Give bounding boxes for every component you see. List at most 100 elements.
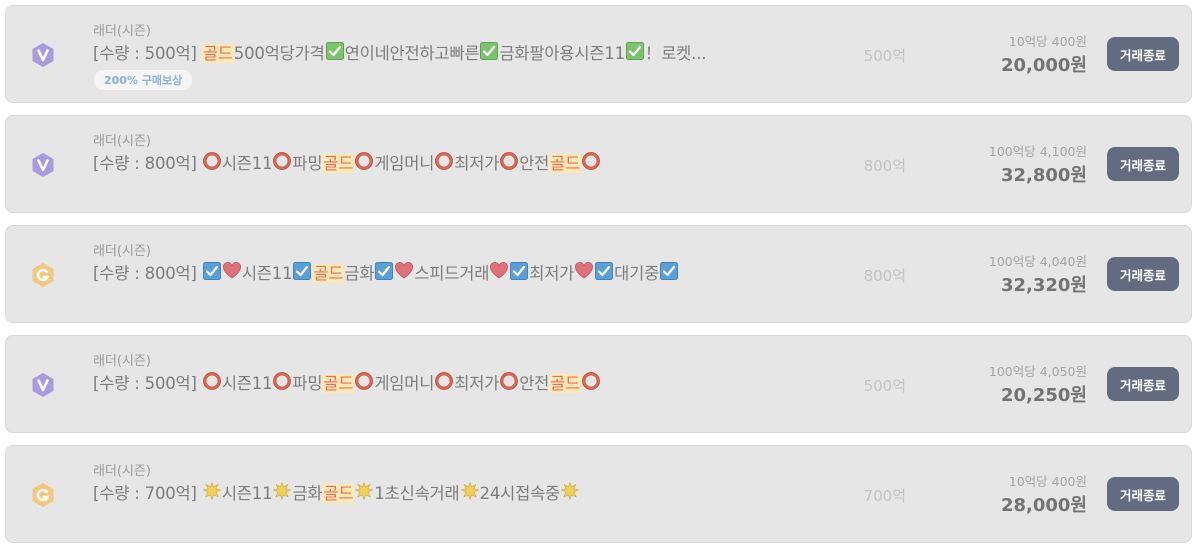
red-circle-icon (202, 152, 221, 170)
red-circle-icon (582, 372, 601, 390)
sparkle-icon (355, 482, 374, 500)
server-label: 래더(시즌) (93, 244, 151, 259)
trade-closed-button[interactable]: 거래종료 (1107, 147, 1179, 181)
quantity: 500억 (863, 377, 906, 395)
highlight-keyword: 골드 (312, 264, 345, 283)
green-check-icon (625, 42, 644, 60)
red-circle-icon (273, 152, 292, 170)
heart-icon (395, 262, 414, 280)
title-text: [수량 : 800억] (93, 264, 202, 283)
unit-price: 10억당 400원 (1008, 474, 1087, 489)
quantity: 800억 (863, 267, 906, 285)
server-label: 래더(시즌) (93, 354, 151, 369)
v-grade-icon (31, 372, 55, 398)
blue-check-icon (202, 262, 221, 280)
title-text: 게임머니 (374, 154, 435, 173)
red-circle-icon (500, 372, 519, 390)
title-text: 금화 (344, 264, 375, 283)
title-text: 파밍 (292, 154, 323, 173)
title-text: 최저가 (454, 374, 500, 393)
red-circle-icon (582, 152, 601, 170)
unit-price: 100억당 4,050원 (988, 364, 1087, 379)
listing-title[interactable]: [수량 : 500억] 골드500억당가격 연이네안전하고빠른 금화팔아용시즌11 ！… (93, 40, 706, 64)
highlight-keyword: 골드 (201, 44, 234, 63)
listing-title[interactable]: [수량 : 700억] 시즌11 금화골드 1초신속거래 24시접속중 (93, 480, 580, 504)
title-text: 스피드거래 (414, 264, 490, 283)
listing-card[interactable]: 래더(시즌) [수량 : 700억] 시즌11 금화골드 1초신속거래 24시접속중 … (5, 445, 1192, 543)
unit-price: 100억당 4,040원 (988, 254, 1087, 269)
listing-title[interactable]: [수량 : 800억] 시즌11 골드금화 스피드거래 최저가 대기중 (93, 260, 679, 284)
title-text: 최저가 (454, 154, 500, 173)
highlight-keyword: 골드 (549, 154, 582, 173)
title-text: 최저가 (529, 264, 575, 283)
title-text: 시즌11 (221, 154, 273, 173)
title-text: 연이네안전하고빠른 (344, 44, 480, 63)
listing-title[interactable]: [수량 : 500억] 시즌11 파밍골드 게임머니 최저가 안전골드 (93, 370, 601, 394)
blue-check-icon (595, 262, 614, 280)
server-label: 래더(시즌) (93, 464, 151, 479)
highlight-keyword: 골드 (322, 374, 355, 393)
blue-check-icon (375, 262, 394, 280)
total-price: 28,000원 (1000, 495, 1087, 516)
red-circle-icon (355, 372, 374, 390)
sparkle-icon (273, 482, 292, 500)
title-text: ！로켓... (644, 44, 707, 63)
blue-check-icon (510, 262, 529, 280)
quantity: 800억 (863, 157, 906, 175)
sparkle-icon (460, 482, 479, 500)
trade-closed-button[interactable]: 거래종료 (1107, 257, 1179, 291)
g-grade-icon (31, 262, 55, 288)
red-circle-icon (435, 152, 454, 170)
listing-list: 래더(시즌) [수량 : 500억] 골드500억당가격 연이네안전하고빠른 금화팔… (0, 0, 1201, 549)
red-circle-icon (435, 372, 454, 390)
green-check-icon (480, 42, 499, 60)
unit-price: 10억당 400원 (1008, 34, 1087, 49)
trade-closed-button[interactable]: 거래종료 (1107, 367, 1179, 401)
trade-closed-button[interactable]: 거래종료 (1107, 37, 1179, 71)
sparkle-icon (561, 482, 580, 500)
sparkle-icon (202, 482, 221, 500)
title-text: 안전 (519, 154, 550, 173)
listing-title[interactable]: [수량 : 800억] 시즌11 파밍골드 게임머니 최저가 안전골드 (93, 150, 601, 174)
highlight-keyword: 골드 (322, 154, 355, 173)
server-label: 래더(시즌) (93, 134, 151, 149)
heart-icon (575, 262, 594, 280)
highlight-keyword: 골드 (549, 374, 582, 393)
g-grade-icon (31, 482, 55, 508)
red-circle-icon (273, 372, 292, 390)
listing-card[interactable]: 래더(시즌) [수량 : 500억] 골드500억당가격 연이네안전하고빠른 금화팔… (5, 5, 1192, 103)
title-text: [수량 : 500억] (93, 44, 202, 63)
title-text: 시즌11 (241, 264, 293, 283)
title-text: [수량 : 500억] (93, 374, 202, 393)
listing-card[interactable]: 래더(시즌) [수량 : 500억] 시즌11 파밍골드 게임머니 최저가 안전골드 5… (5, 335, 1192, 433)
highlight-keyword: 골드 (322, 484, 355, 503)
unit-price: 100억당 4,100원 (988, 144, 1087, 159)
title-text: 게임머니 (374, 374, 435, 393)
quantity: 700억 (863, 487, 906, 505)
reward-badge: 200% 구매보상 (94, 70, 193, 90)
v-grade-icon (31, 42, 55, 68)
quantity: 500억 (863, 47, 906, 65)
blue-check-icon (660, 262, 679, 280)
red-circle-icon (355, 152, 374, 170)
title-text: 시즌11 (221, 484, 273, 503)
title-text: 금화팔아용시즌11 (499, 44, 625, 63)
title-text: 안전 (519, 374, 550, 393)
total-price: 32,320원 (1000, 275, 1087, 296)
v-grade-icon (31, 152, 55, 178)
heart-icon (490, 262, 509, 280)
title-text: [수량 : 700억] (93, 484, 202, 503)
trade-closed-button[interactable]: 거래종료 (1107, 477, 1179, 511)
title-text: 대기중 (614, 264, 660, 283)
total-price: 20,250원 (1000, 385, 1087, 406)
title-text: 500억당가격 (233, 44, 325, 63)
blue-check-icon (293, 262, 312, 280)
listing-card[interactable]: 래더(시즌) [수량 : 800억] 시즌11 파밍골드 게임머니 최저가 안전골드 8… (5, 115, 1192, 213)
title-text: [수량 : 800억] (93, 154, 202, 173)
total-price: 20,000원 (1000, 55, 1087, 76)
listing-card[interactable]: 래더(시즌) [수량 : 800억] 시즌11 골드금화 스피드거래 최저가 대기중 8… (5, 225, 1192, 323)
total-price: 32,800원 (1000, 165, 1087, 186)
title-text: 1초신속거래 (374, 484, 460, 503)
red-circle-icon (202, 372, 221, 390)
title-text: 금화 (292, 484, 323, 503)
